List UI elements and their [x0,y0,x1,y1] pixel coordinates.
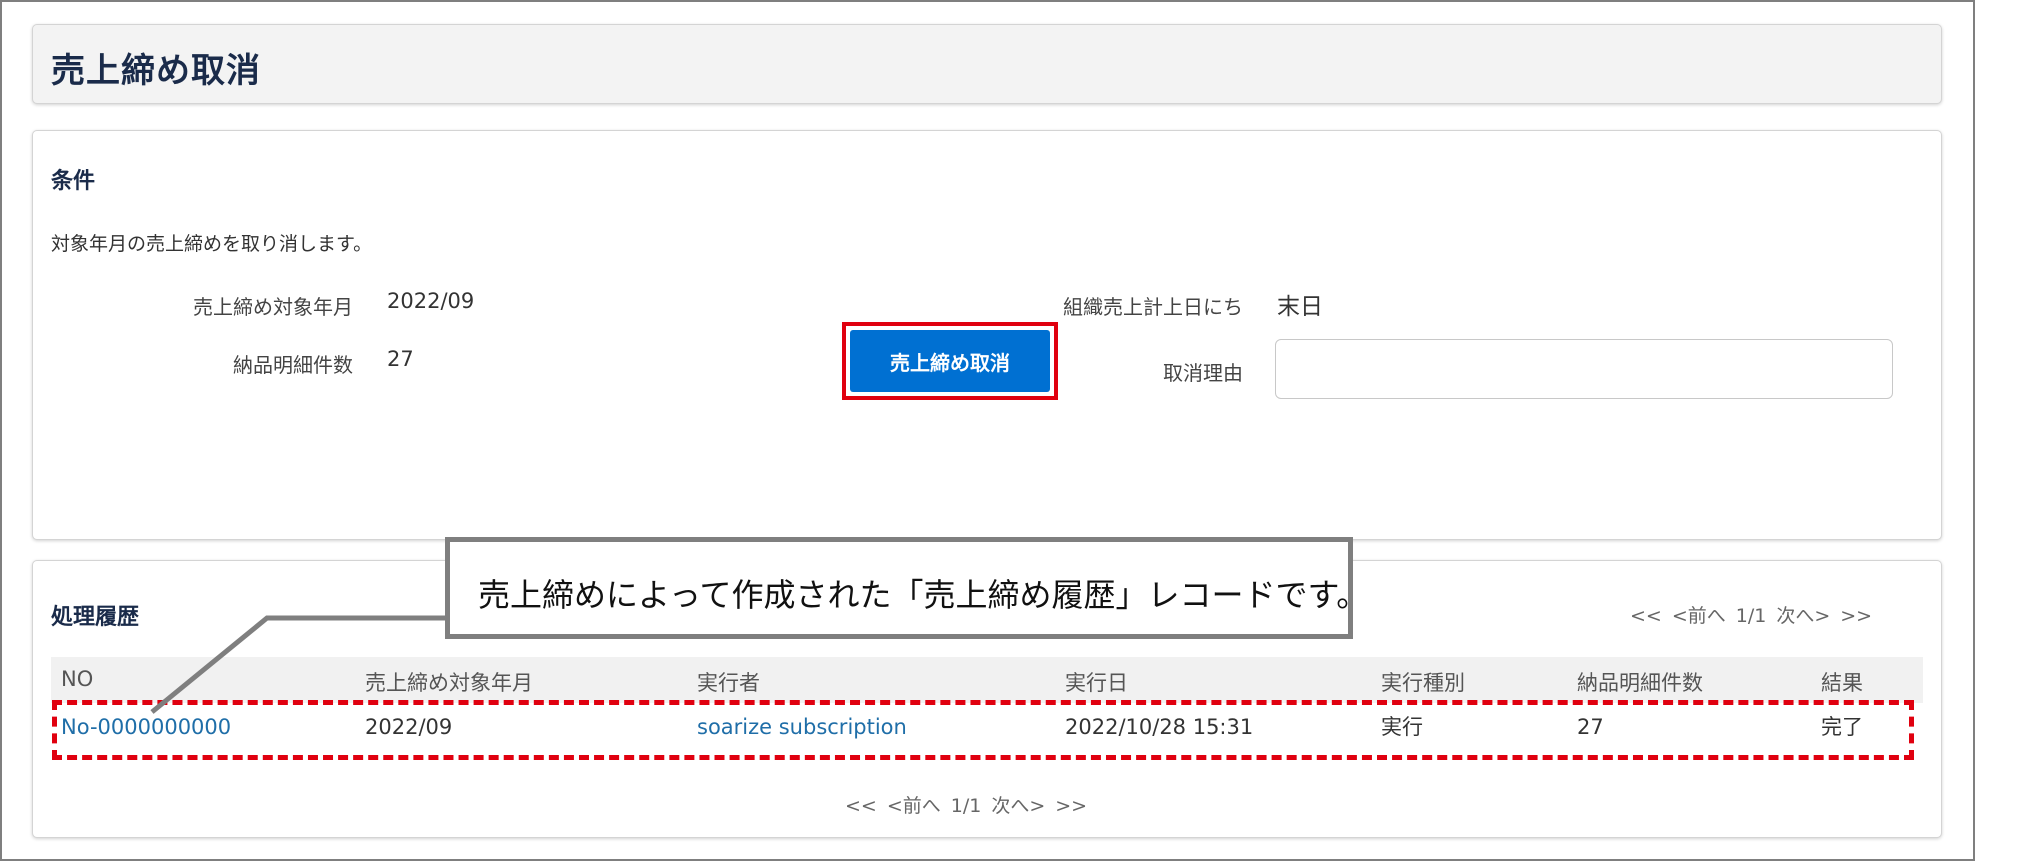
callout-leader-line [150,615,445,714]
callout-text: 売上締めによって作成された「売上締め履歴」レコードです。 [478,576,1369,614]
callout-box: 売上締めによって作成された「売上締め履歴」レコードです。 [445,537,1368,639]
